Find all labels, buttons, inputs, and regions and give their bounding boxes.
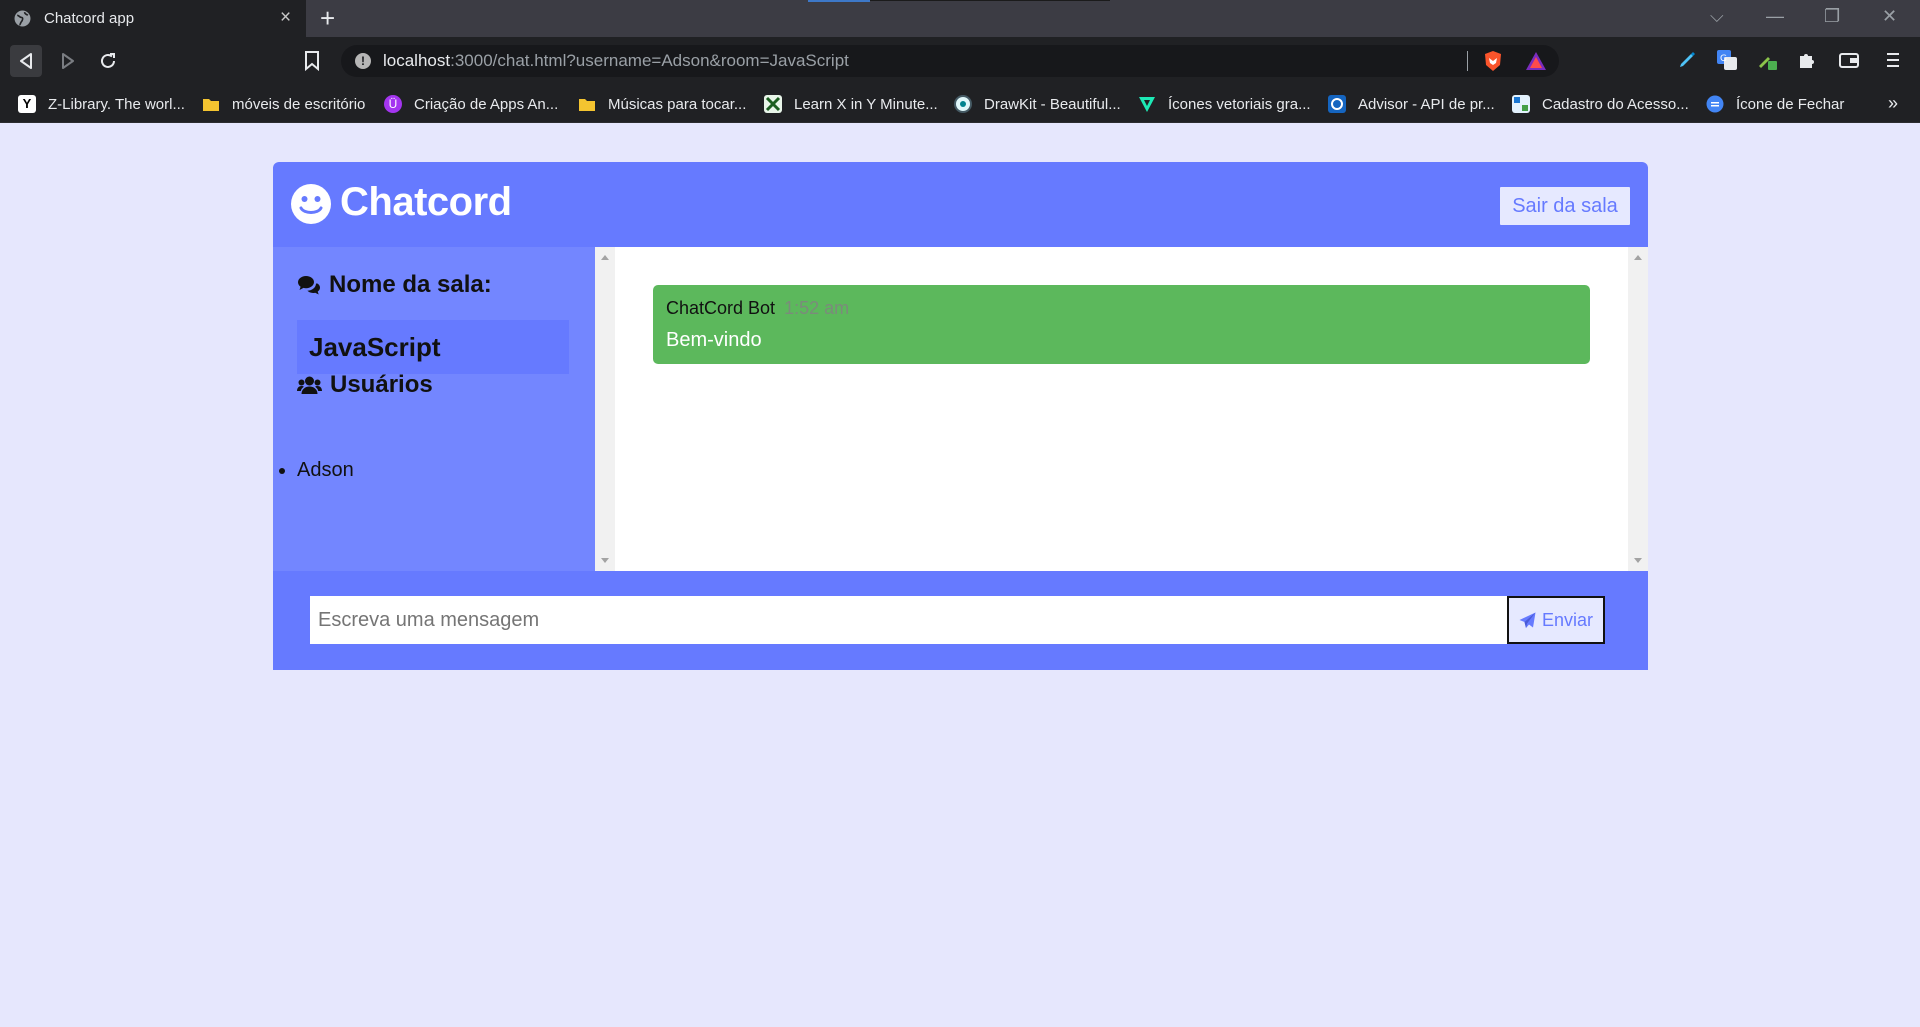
tab-strip-accent-2 — [870, 0, 1110, 1]
browser-tab[interactable]: Chatcord app × — [0, 0, 306, 37]
browser-toolbar: ! localhost:3000/chat.html?username=Adso… — [0, 37, 1920, 85]
comments-icon — [298, 276, 320, 295]
gov-icon — [1512, 95, 1530, 113]
brave-shields-icon[interactable] — [1483, 50, 1503, 72]
room-heading: Nome da sala: — [297, 271, 492, 299]
chat-sidebar: Nome da sala: JavaScript Usuários Adson — [273, 247, 595, 571]
users-heading-label: Usuários — [330, 371, 433, 398]
bookmark-item[interactable]: DrawKit - Beautiful... — [954, 94, 1121, 114]
tab-strip-accent — [808, 0, 870, 2]
highlighter-extension-icon[interactable] — [1676, 49, 1698, 71]
scroll-down-arrow-icon[interactable] — [1634, 558, 1642, 563]
user-item: Adson — [297, 459, 354, 482]
site-info-icon[interactable]: ! — [355, 53, 371, 69]
room-name: JavaScript — [297, 320, 569, 374]
back-button[interactable] — [10, 45, 42, 77]
message-time: 1:52 am — [784, 298, 850, 318]
forward-arrow-icon — [62, 53, 74, 69]
bookmark-item[interactable]: Ü Criação de Apps An... — [384, 94, 558, 114]
send-button-label: Enviar — [1541, 609, 1594, 630]
browser-tab-strip: Chatcord app × + ⌵ — ❐ ✕ — [0, 0, 1920, 37]
extensions-puzzle-icon[interactable] — [1796, 49, 1818, 71]
address-bar[interactable]: ! localhost:3000/chat.html?username=Adso… — [341, 45, 1559, 77]
restore-button[interactable]: ❐ — [1824, 6, 1840, 26]
chat-messages[interactable]: ChatCord Bot 1:52 am Bem-vindo — [595, 247, 1648, 571]
google-translate-icon[interactable]: G — [1716, 49, 1738, 71]
room-heading-label: Nome da sala: — [329, 271, 492, 298]
svg-text:G: G — [1720, 54, 1727, 64]
advisor-icon — [1328, 95, 1346, 113]
bookmark-item[interactable]: Ícones vetoriais gra... — [1138, 94, 1311, 114]
smiley-icon — [291, 184, 331, 224]
learnx-icon — [764, 95, 782, 113]
chat-message: ChatCord Bot 1:52 am Bem-vindo — [653, 285, 1590, 364]
wallet-icon[interactable] — [1838, 49, 1860, 71]
bookmark-folder[interactable]: móveis de escritório — [202, 94, 365, 114]
message-username: ChatCord Bot — [666, 298, 776, 318]
bookmarks-bar: Y Z-Library. The worl... móveis de escri… — [0, 85, 1920, 123]
left-scrollbar[interactable] — [595, 247, 615, 571]
z-library-icon: Y — [18, 95, 36, 113]
leave-room-button[interactable]: Sair da sala — [1500, 187, 1630, 225]
folder-icon — [203, 99, 219, 111]
users-icon — [297, 376, 322, 394]
reload-icon — [101, 53, 115, 68]
bookmarks-overflow-button[interactable]: » — [1888, 93, 1898, 114]
reload-button[interactable] — [92, 45, 124, 77]
menu-icon[interactable] — [1882, 49, 1904, 71]
right-scrollbar[interactable] — [1628, 247, 1648, 571]
scroll-up-arrow-icon[interactable] — [601, 255, 609, 260]
google-docs-icon — [1706, 95, 1724, 113]
forward-button[interactable] — [52, 45, 84, 77]
url-text: localhost:3000/chat.html?username=Adson&… — [383, 51, 849, 70]
brave-rewards-icon[interactable] — [1525, 51, 1547, 71]
send-button[interactable]: Enviar — [1507, 596, 1605, 644]
bookmark-item[interactable]: Ícone de Fechar — [1706, 94, 1844, 114]
pen-extension-icon[interactable] — [1756, 49, 1778, 71]
app-title: Chatcord — [340, 180, 512, 224]
bookmark-item[interactable]: Learn X in Y Minute... — [764, 94, 938, 114]
tab-search-icon[interactable]: ⌵ — [1710, 6, 1724, 26]
address-bar-divider — [1467, 51, 1468, 71]
back-arrow-icon — [20, 53, 32, 69]
chat-container: Chatcord Sair da sala Nome da sala: Java… — [273, 162, 1648, 670]
message-meta: ChatCord Bot 1:52 am — [666, 298, 849, 319]
chat-header: Chatcord Sair da sala — [273, 162, 1648, 247]
bookmark-item[interactable]: Cadastro do Acesso... — [1512, 94, 1689, 114]
bookmark-item[interactable]: Advisor - API de pr... — [1328, 94, 1495, 114]
bookmark-icon[interactable] — [304, 51, 320, 71]
freepik-icon — [1139, 97, 1155, 112]
paper-plane-icon — [1519, 612, 1536, 628]
message-text: Bem-vindo — [666, 329, 762, 351]
scroll-up-arrow-icon[interactable] — [1634, 255, 1642, 260]
message-input[interactable] — [310, 596, 1507, 644]
bookmark-folder[interactable]: Músicas para tocar... — [578, 94, 746, 114]
folder-icon — [579, 99, 595, 111]
users-heading: Usuários — [297, 371, 433, 399]
close-window-button[interactable]: ✕ — [1882, 6, 1897, 26]
new-tab-button[interactable]: + — [320, 5, 335, 31]
drawkit-icon — [954, 95, 972, 113]
chat-form-container: Enviar — [273, 571, 1648, 670]
bookmark-item[interactable]: Y Z-Library. The worl... — [18, 94, 185, 114]
udemy-icon: Ü — [384, 95, 402, 113]
tab-close-icon[interactable]: × — [280, 8, 291, 27]
scroll-down-arrow-icon[interactable] — [601, 558, 609, 563]
tab-title: Chatcord app — [44, 10, 135, 27]
minimize-button[interactable]: — — [1766, 6, 1784, 26]
globe-icon — [14, 10, 31, 27]
